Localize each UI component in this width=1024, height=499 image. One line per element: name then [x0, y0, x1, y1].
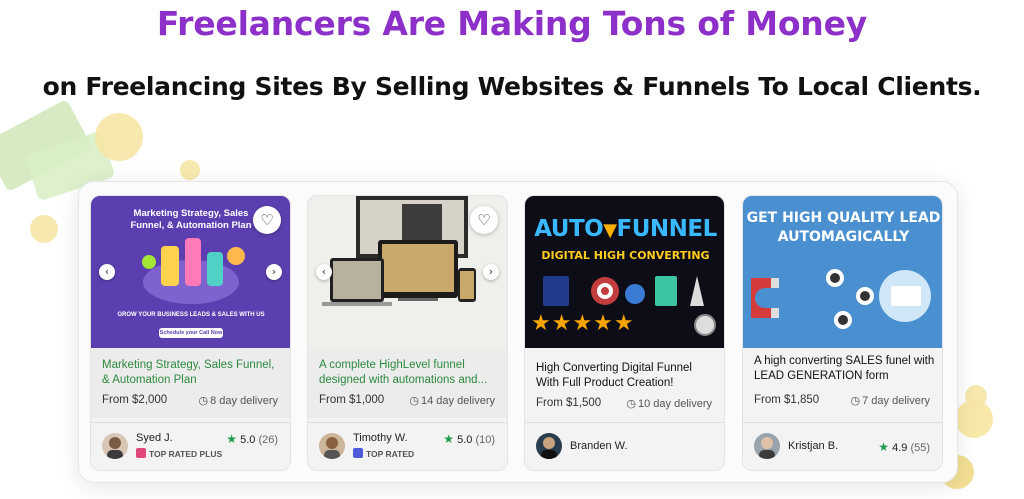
- clock-icon: ◷: [850, 394, 861, 407]
- page-subheadline: on Freelancing Sites By Selling Websites…: [42, 72, 982, 101]
- prev-image-button[interactable]: ‹: [316, 264, 332, 280]
- coin-decoration: [30, 215, 58, 243]
- gig-card-1[interactable]: Marketing Strategy, Sales Funnel, & Auto…: [90, 195, 291, 471]
- coin-decoration: [955, 400, 993, 438]
- clock-icon: ◷: [409, 394, 419, 407]
- gig-price: From $1,850: [754, 394, 820, 406]
- gig-price: From $1,500: [536, 397, 602, 409]
- schedule-call-button: Schedule your Call Now: [159, 328, 223, 338]
- gig-info: High Converting Digital Funnel With Full…: [525, 348, 724, 418]
- page-headline: Freelancers Are Making Tons of Money: [156, 4, 868, 43]
- heart-icon[interactable]: ♡: [470, 206, 498, 234]
- gig-rating: ★ 4.9 (55): [878, 440, 930, 454]
- clock-icon: ◷: [626, 397, 636, 410]
- gig-delivery: ◷ 14 day delivery: [409, 394, 495, 407]
- gig-title[interactable]: A high converting SALES funel with LEAD …: [754, 354, 936, 384]
- money-bill-decoration: [0, 98, 93, 193]
- status-badge: TOP RATED: [353, 448, 414, 459]
- gig-card-2[interactable]: ‹ › ♡ A complete HighLevel funnel design…: [307, 195, 508, 471]
- card-divider: [91, 422, 290, 423]
- coin-decoration: [965, 385, 987, 407]
- prev-image-button[interactable]: ‹: [99, 264, 115, 280]
- clock-icon: ◷: [198, 394, 209, 407]
- seller-name[interactable]: Kristjan B.: [788, 440, 838, 452]
- gig-title[interactable]: High Converting Digital Funnel With Full…: [536, 361, 718, 391]
- gig-title[interactable]: Marketing Strategy, Sales Funnel, & Auto…: [102, 358, 284, 388]
- avatar[interactable]: [536, 433, 562, 459]
- gig-price: From $2,000: [102, 394, 168, 406]
- next-image-button[interactable]: ›: [483, 264, 499, 280]
- gig-price: From $1,000: [319, 394, 385, 406]
- gig-delivery: ◷ 7 day delivery: [850, 394, 930, 407]
- seller-name[interactable]: Branden W.: [570, 440, 627, 452]
- card-divider: [743, 422, 942, 423]
- star-icon: ★: [226, 432, 238, 446]
- avatar[interactable]: [754, 433, 780, 459]
- card-divider: [308, 422, 507, 423]
- star-icon: ★: [443, 432, 455, 446]
- card-divider: [525, 422, 724, 423]
- gig-info: Marketing Strategy, Sales Funnel, & Auto…: [91, 348, 290, 418]
- guarantee-seal-icon: [694, 314, 716, 336]
- gig-rating: ★ 5.0 (26): [226, 432, 278, 446]
- gig-title[interactable]: A complete HighLevel funnel designed wit…: [319, 358, 501, 388]
- gig-thumbnail[interactable]: ‹ › ♡: [308, 196, 507, 348]
- gig-rating: ★ 5.0 (10): [443, 432, 495, 446]
- top-rated-plus-icon: [136, 448, 146, 458]
- gig-info: A high converting SALES funel with LEAD …: [743, 348, 942, 418]
- gig-thumbnail[interactable]: Marketing Strategy, Sales Funnel, & Auto…: [91, 196, 290, 348]
- gig-card-3[interactable]: AUTO▼FUNNEL DIGITAL HIGH CONVERTING ★★★★…: [524, 195, 725, 471]
- seller-name[interactable]: Timothy W.: [353, 432, 408, 444]
- coin-decoration: [180, 160, 200, 180]
- next-image-button[interactable]: ›: [266, 264, 282, 280]
- gig-info: A complete HighLevel funnel designed wit…: [308, 348, 507, 418]
- five-star-rating-graphic: ★★★★★: [531, 310, 635, 335]
- star-icon: ★: [878, 440, 890, 454]
- seller-name[interactable]: Syed J.: [136, 432, 173, 444]
- coin-decoration: [95, 113, 143, 161]
- magnet-leads-illustration: [751, 269, 931, 329]
- status-badge: TOP RATED PLUS: [136, 448, 222, 459]
- thumb-footer-text: GROW YOUR BUSINESS LEADS & SALES WITH US: [117, 312, 265, 318]
- top-rated-icon: [353, 448, 363, 458]
- avatar[interactable]: [102, 433, 128, 459]
- gig-card-4[interactable]: GET HIGH QUALITY LEAD AUTOMAGICALLY A hi…: [742, 195, 943, 471]
- avatar[interactable]: [319, 433, 345, 459]
- heart-icon[interactable]: ♡: [253, 206, 281, 234]
- gig-thumbnail[interactable]: AUTO▼FUNNEL DIGITAL HIGH CONVERTING ★★★★…: [525, 196, 724, 348]
- gig-delivery: ◷ 8 day delivery: [198, 394, 278, 407]
- gig-thumbnail[interactable]: GET HIGH QUALITY LEAD AUTOMAGICALLY: [743, 196, 942, 348]
- gig-delivery: ◷ 10 day delivery: [626, 397, 712, 410]
